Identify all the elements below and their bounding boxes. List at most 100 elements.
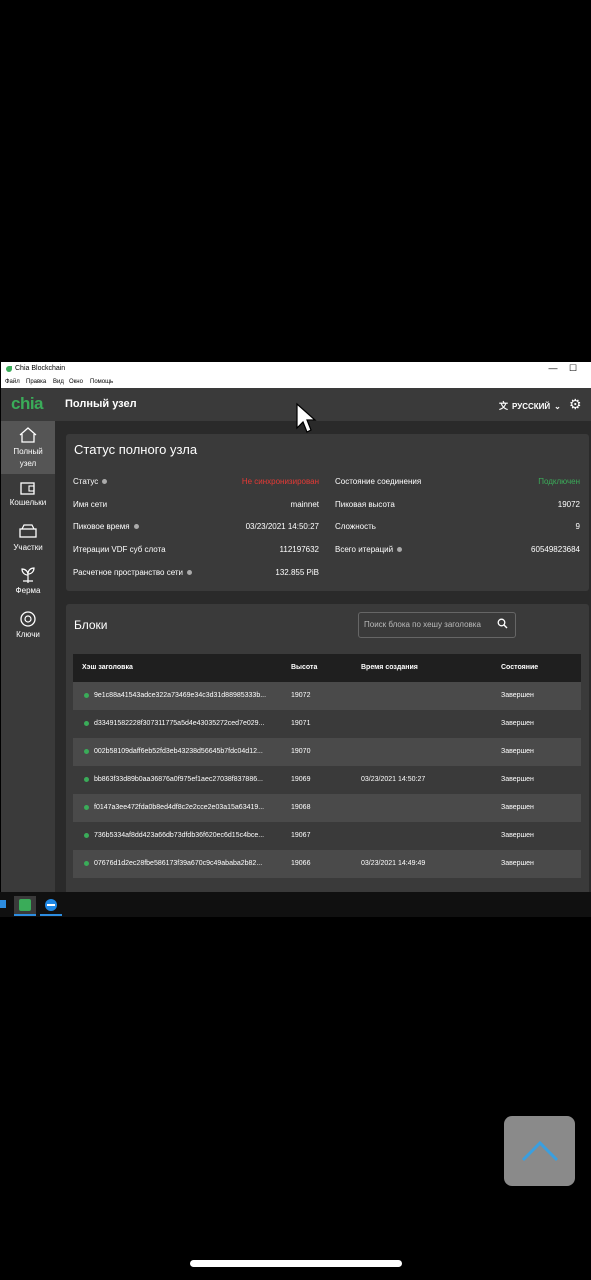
total-iterations-value: 60549823684	[531, 545, 580, 554]
window-title: Chia Blockchain	[15, 365, 66, 372]
column-header-height[interactable]: Высота	[291, 664, 317, 671]
block-time: 03/23/2021 14:50:27	[361, 776, 426, 783]
table-row[interactable]: d33491582228f307311775a5d4e43035272ced7e…	[73, 710, 581, 738]
menu-help[interactable]: Помощь	[90, 379, 113, 385]
table-row[interactable]: 07676d1d2ec28fbe586173f39a670c9c49ababa2…	[73, 850, 581, 878]
connection-status-label: Состояние соединения	[335, 477, 422, 486]
translate-icon: 文	[499, 401, 509, 411]
table-row[interactable]: 736b5334af8dd423a66db73dfdb36f620ec6d15c…	[73, 822, 581, 850]
search-icon[interactable]	[497, 618, 508, 629]
network-name-value: mainnet	[290, 500, 319, 509]
status-label: Статус	[73, 477, 108, 486]
home-indicator[interactable]	[190, 1260, 402, 1267]
block-hash[interactable]: bb863f33d89b0aa36876a0f975ef1aec27038f83…	[94, 776, 263, 783]
chevron-down-icon: ⌄	[554, 402, 561, 411]
blocks-card-title: Блоки	[74, 618, 108, 632]
language-label: РУССКИЙ	[512, 402, 551, 411]
gear-icon[interactable]: ⚙	[569, 396, 582, 413]
table-row[interactable]	[73, 878, 581, 892]
block-hash[interactable]: 9e1c88a41543adce322a73469e34c3d31d889853…	[94, 692, 266, 699]
lifebuoy-icon	[20, 611, 36, 627]
table-row[interactable]: f0147a3ee472fda0b8ed4df8c2e2cce2e03a15a6…	[73, 794, 581, 822]
chia-taskbar-icon[interactable]	[14, 896, 36, 916]
block-state: Завершен	[501, 860, 534, 867]
app-window: Chia Blockchain — ☐ Файл Правка Вид Окно…	[1, 362, 591, 892]
netspace-value: 132.855 PiB	[275, 568, 319, 577]
block-height: 19070	[291, 748, 311, 755]
menu-view[interactable]: Вид	[53, 379, 64, 385]
column-header-hash[interactable]: Хэш заголовка	[82, 664, 133, 671]
difficulty-value: 9	[575, 522, 580, 531]
info-icon[interactable]	[397, 547, 403, 553]
block-height: 19066	[291, 860, 311, 867]
table-row[interactable]: 002b58109daff6eb52fd3eb43238d56645b7fdc0…	[73, 738, 581, 766]
connection-status-value: Подключен	[538, 477, 580, 486]
block-height: 19068	[291, 804, 311, 811]
column-header-state[interactable]: Состояние	[501, 664, 538, 671]
block-state: Завершен	[501, 804, 534, 811]
block-hash[interactable]: 07676d1d2ec28fbe586173f39a670c9c49ababa2…	[94, 860, 262, 867]
sidebar-item-farm[interactable]: Ферма	[1, 566, 55, 602]
peak-time-label: Пиковое время	[73, 522, 139, 531]
page-title: Полный узел	[65, 398, 137, 410]
block-state: Завершен	[501, 776, 534, 783]
block-height: 19067	[291, 832, 311, 839]
menu-file[interactable]: Файл	[5, 379, 20, 385]
info-icon[interactable]	[133, 524, 139, 530]
peak-time-value: 03/23/2021 14:50:27	[245, 522, 319, 531]
block-state: Завершен	[501, 692, 534, 699]
sidebar-item-label: Полный узел	[13, 447, 43, 468]
chia-logo: chia	[11, 394, 44, 413]
storage-icon	[19, 524, 37, 538]
block-hash[interactable]: d33491582228f307311775a5d4e43035272ced7e…	[94, 720, 264, 727]
status-dot	[84, 805, 89, 810]
block-hash[interactable]: 002b58109daff6eb52fd3eb43238d56645b7fdc0…	[94, 748, 263, 755]
block-time: 03/23/2021 14:49:49	[361, 860, 426, 867]
sidebar-item-label: Ферма	[15, 586, 41, 595]
language-selector[interactable]: 文 РУССКИЙ ⌄	[499, 399, 561, 412]
sidebar-item-full-node[interactable]: Полный узел	[1, 421, 55, 474]
app-taskbar-icon[interactable]	[40, 896, 62, 916]
status-dot	[84, 693, 89, 698]
info-icon[interactable]	[102, 479, 108, 485]
mouse-cursor-icon	[296, 402, 317, 433]
sidebar-item-keys[interactable]: Ключи	[1, 610, 55, 646]
peak-height-value: 19072	[557, 500, 580, 509]
status-dot	[84, 721, 89, 726]
sidebar: Полный узел Кошельки Участки Ферма Ключи	[1, 421, 55, 892]
menu-edit[interactable]: Правка	[26, 379, 46, 385]
status-card-title: Статус полного узла	[74, 442, 198, 457]
chevron-up-icon	[521, 1140, 559, 1162]
vdf-iterations-value: 112197632	[279, 545, 319, 554]
sidebar-item-label: Участки	[13, 543, 43, 552]
status-dot	[84, 833, 89, 838]
table-row[interactable]: 9e1c88a41543adce322a73469e34c3d31d889853…	[73, 682, 581, 710]
title-bar: Chia Blockchain — ☐	[1, 362, 591, 377]
total-iterations-label: Всего итераций	[335, 545, 403, 554]
network-name-label: Имя сети	[73, 500, 108, 509]
chia-leaf-icon	[6, 366, 12, 372]
info-icon[interactable]	[187, 570, 193, 576]
block-hash[interactable]: 736b5334af8dd423a66db73dfdb36f620ec6d15c…	[94, 832, 264, 839]
sidebar-item-label: Кошельки	[9, 498, 47, 507]
status-dot	[84, 749, 89, 754]
sync-status-value: Не синхронизирован	[241, 477, 319, 486]
start-icon[interactable]	[0, 896, 8, 914]
plant-icon	[21, 567, 35, 583]
sidebar-item-plots[interactable]: Участки	[1, 524, 55, 558]
maximize-button[interactable]: ☐	[567, 363, 579, 374]
column-header-time[interactable]: Время создания	[361, 664, 418, 671]
block-hash[interactable]: f0147a3ee472fda0b8ed4df8c2e2cce2e03a15a6…	[94, 804, 264, 811]
block-height: 19072	[291, 692, 311, 699]
block-state: Завершен	[501, 748, 534, 755]
vdf-iterations-label: Итерации VDF суб слота	[73, 545, 166, 554]
sidebar-item-wallets[interactable]: Кошельки	[1, 480, 55, 514]
home-icon	[19, 427, 37, 443]
block-search-input[interactable]: Поиск блока по хешу заголовка	[358, 612, 516, 638]
table-row[interactable]: bb863f33d89b0aa36876a0f975ef1aec27038f83…	[73, 766, 581, 794]
minimize-button[interactable]: —	[547, 363, 559, 373]
sidebar-item-label: Ключи	[16, 630, 40, 639]
menu-window[interactable]: Окно	[69, 379, 83, 385]
scroll-to-top-button[interactable]	[504, 1116, 575, 1186]
block-height: 19071	[291, 720, 311, 727]
